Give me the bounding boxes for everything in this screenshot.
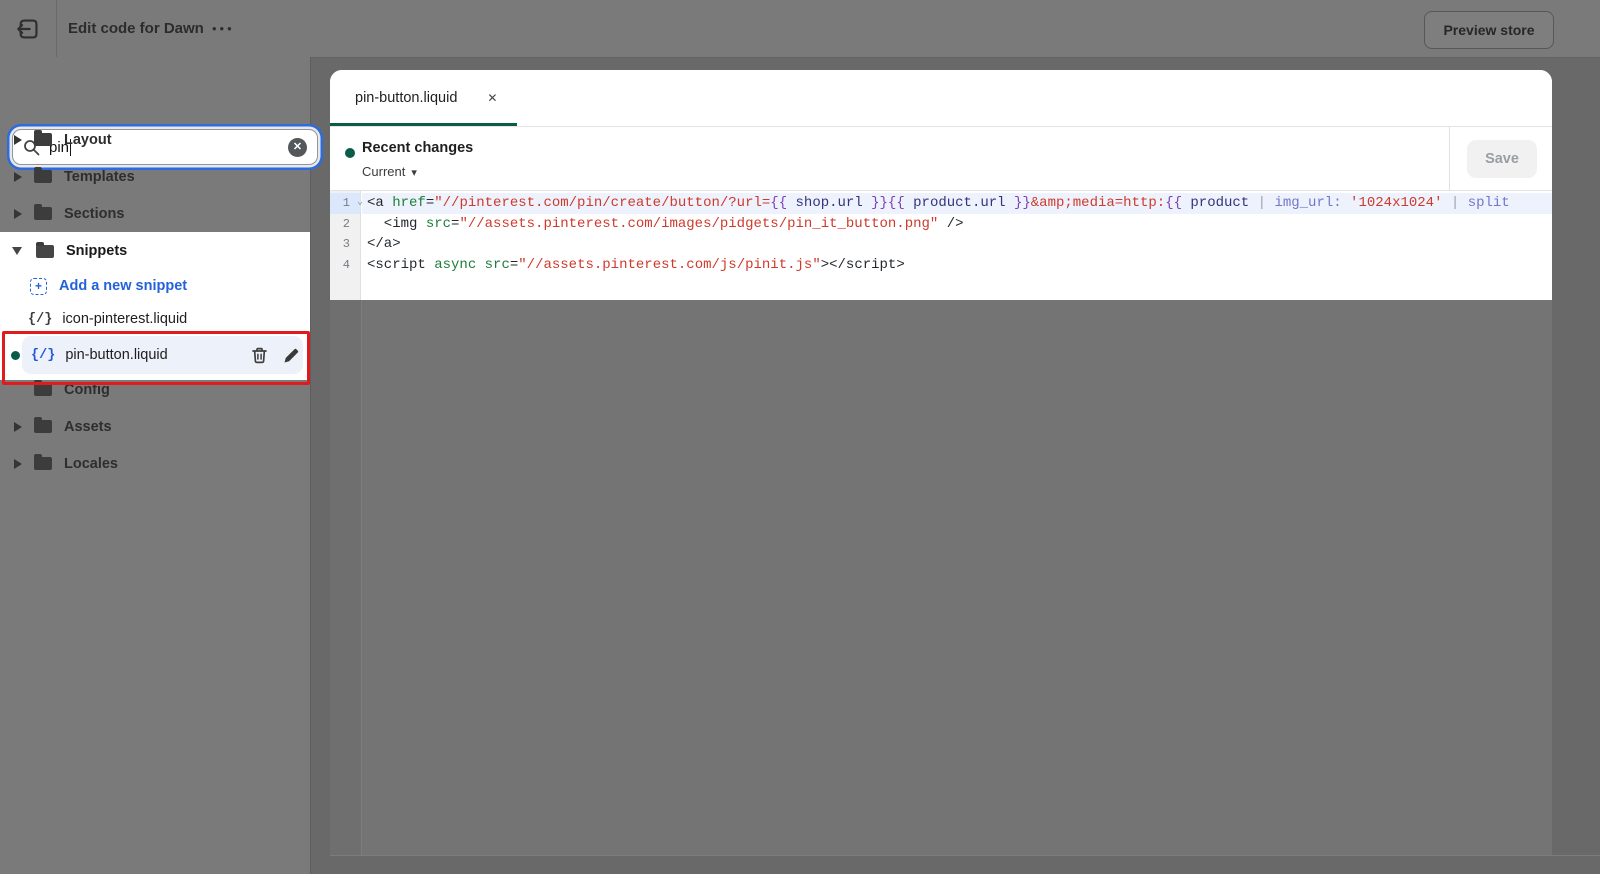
code-lines: <a href="//pinterest.com/pin/create/butt… (362, 193, 1552, 298)
chevron-right-icon (14, 209, 22, 219)
folder-icon (34, 133, 52, 146)
code-line[interactable]: </a> (362, 234, 1552, 255)
exit-editor-button[interactable] (12, 13, 44, 45)
chevron-right-icon (14, 422, 22, 432)
code-token: product.url (901, 195, 1014, 211)
recent-changes-label: Recent changes (362, 140, 473, 156)
folder-icon (36, 245, 54, 258)
code-token: shop.url (783, 195, 871, 211)
chevron-right-icon (14, 172, 22, 182)
code-editor-panel: pin-button.liquid ✕ Recent changes Curre… (330, 70, 1552, 300)
code-token: "//pinterest.com/pin/create/button/?url= (430, 195, 770, 211)
active-tab-indicator (330, 123, 517, 126)
code-token: async (430, 257, 476, 273)
page-title: Edit code for Dawn (68, 0, 204, 57)
editor-card-bottom-edge (330, 855, 1600, 856)
toolbar-divider (1449, 127, 1450, 190)
add-new-snippet-button[interactable]: + Add a new snippet (0, 268, 310, 304)
add-snippet-icon: + (30, 278, 47, 295)
chevron-right-icon (14, 135, 22, 145)
code-token: ></script> (817, 257, 905, 273)
editor-dimmed-area (330, 300, 1552, 855)
exit-icon (15, 16, 41, 42)
code-token: <script (363, 257, 434, 273)
gutter: 1⌄234 (330, 191, 361, 300)
folder-icon (34, 170, 52, 183)
recent-changes-status-dot (345, 148, 355, 158)
code-line[interactable]: <img src="//assets.pinterest.com/images/… (362, 214, 1552, 235)
editor-toolbar: Recent changes Current▾ Save (330, 127, 1552, 191)
sidebar-item-assets[interactable]: Assets (0, 408, 310, 445)
sidebar-item-snippets[interactable]: Snippets (0, 233, 310, 269)
file-tree-sidebar: pin ✕ Layout Templates Sections Config (0, 57, 311, 874)
gutter-line-number[interactable]: 3 (330, 234, 360, 255)
dropdown-caret-icon: ▾ (411, 167, 417, 179)
chevron-down-icon (12, 247, 22, 255)
topbar-divider (56, 0, 57, 57)
code-token: '1024x1024' (1338, 195, 1451, 211)
more-actions-button[interactable]: ••• (212, 0, 235, 57)
close-tab-icon[interactable]: ✕ (487, 91, 497, 105)
sidebar-item-layout[interactable]: Layout (0, 121, 310, 158)
code-token: "//assets.pinterest.com/images/pidgets/p… (455, 216, 938, 232)
save-button[interactable]: Save (1467, 140, 1537, 178)
top-bar: Edit code for Dawn ••• Preview store (0, 0, 1600, 58)
editor-tab-bar: pin-button.liquid ✕ (330, 70, 1552, 127)
code-token: /> (934, 216, 963, 232)
sidebar-item-locales[interactable]: Locales (0, 445, 310, 482)
sidebar-item-templates[interactable]: Templates (0, 158, 310, 195)
tab-pin-button-liquid[interactable]: pin-button.liquid ✕ (330, 70, 517, 126)
code-token: product (1178, 195, 1258, 211)
code-token: href (388, 195, 426, 211)
folder-icon (34, 420, 52, 433)
folder-icon (34, 457, 52, 470)
code-line[interactable]: <a href="//pinterest.com/pin/create/butt… (362, 193, 1552, 214)
editor-dimmed-gutter (330, 300, 362, 855)
preview-store-button[interactable]: Preview store (1424, 11, 1554, 49)
code-token: img_url: (1270, 195, 1341, 211)
code-token: &amp;media=http: (1027, 195, 1165, 211)
code-token: split (1464, 195, 1510, 211)
gutter-line-number[interactable]: 1⌄ (330, 193, 360, 214)
gutter-line-number[interactable]: 2 (330, 214, 360, 235)
code-area[interactable]: 1⌄234 <a href="//pinterest.com/pin/creat… (330, 191, 1552, 300)
code-line[interactable]: <script async src="//assets.pinterest.co… (362, 255, 1552, 276)
screen: Edit code for Dawn ••• Preview store pin… (0, 0, 1600, 874)
folder-icon (34, 207, 52, 220)
code-token: }}{{ (867, 195, 905, 211)
sidebar-item-sections[interactable]: Sections (0, 195, 310, 232)
code-token: "//assets.pinterest.com/js/pinit.js" (514, 257, 820, 273)
gutter-line-number[interactable]: 4 (330, 255, 360, 276)
chevron-right-icon (14, 459, 22, 469)
version-dropdown[interactable]: Current▾ (362, 164, 417, 179)
annotation-highlight-box (2, 331, 310, 385)
liquid-file-icon: {/} (28, 312, 52, 327)
code-token: </a> (363, 236, 401, 252)
code-token: <img (363, 216, 426, 232)
